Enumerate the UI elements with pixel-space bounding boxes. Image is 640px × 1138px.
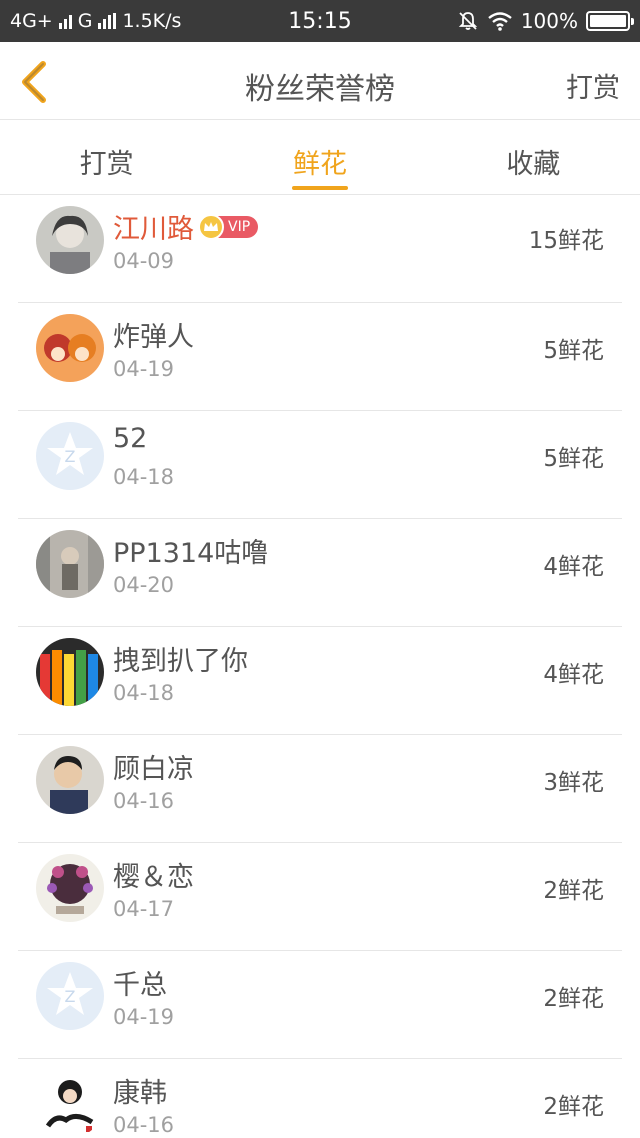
fan-name: 樱＆恋 [113, 862, 194, 893]
vip-badge: VIP [198, 213, 259, 240]
name-line: 52 [113, 423, 147, 454]
name-line: 康韩 [113, 1071, 167, 1110]
system-indicators: 100% [457, 9, 634, 33]
flower-count: 4鲜花 [543, 554, 604, 580]
avatar[interactable] [36, 1070, 104, 1138]
flower-count: 2鲜花 [543, 986, 604, 1012]
fan-name: 拽到扒了你 [113, 646, 248, 677]
fan-date: 04-09 [113, 249, 175, 273]
vip-label: VIP [228, 218, 251, 235]
wifi-icon [488, 12, 512, 31]
name-line: 千总 [113, 963, 167, 1002]
tab-flowers[interactable]: 鲜花 [213, 120, 426, 194]
name-line: PP1314咕噜 [113, 531, 268, 570]
list-item[interactable]: 顾白凉 04-16 3鲜花 [18, 735, 622, 843]
avatar[interactable] [36, 746, 104, 814]
list-item[interactable]: 拽到扒了你 04-18 4鲜花 [18, 627, 622, 735]
page-title: 粉丝荣誉榜 [245, 72, 395, 107]
mute-bell-icon [458, 12, 477, 30]
name-line: 江川路 VIP [113, 207, 259, 246]
fan-name: 顾白凉 [113, 754, 194, 785]
fan-name: 52 [113, 423, 148, 454]
fan-date: 04-19 [113, 357, 175, 381]
tab-label: 收藏 [506, 149, 561, 180]
svg-text:Z: Z [65, 447, 76, 466]
list-item[interactable]: 炸弹人 04-19 5鲜花 [18, 303, 622, 411]
fan-date: 04-17 [113, 897, 175, 921]
fan-date: 04-18 [113, 465, 175, 489]
list-item[interactable]: PP1314咕噜 04-20 4鲜花 [18, 519, 622, 627]
flower-count: 5鲜花 [543, 338, 604, 364]
list-item[interactable]: 康韩 04-16 2鲜花 [18, 1059, 622, 1138]
fan-list: 江川路 VIP 04-09 15鲜花 炸弹人 04-19 5鲜花 Z 52 04… [0, 195, 640, 1138]
flower-count: 2鲜花 [543, 1094, 604, 1120]
fan-name: 康韩 [113, 1078, 167, 1109]
tab-reward[interactable]: 打赏 [0, 120, 213, 194]
avatar[interactable]: Z [36, 422, 104, 490]
name-line: 顾白凉 [113, 747, 194, 786]
fan-date: 04-20 [113, 573, 175, 597]
fan-date: 04-19 [113, 1005, 175, 1029]
battery-percent: 100% [520, 9, 578, 33]
navigation-bar: 粉丝荣誉榜 打赏 [0, 42, 640, 120]
name-line: 炸弹人 [113, 315, 194, 354]
name-line: 拽到扒了你 [113, 639, 248, 678]
flower-count: 15鲜花 [528, 228, 604, 254]
fan-date: 04-16 [113, 789, 175, 813]
fan-name: 炸弹人 [113, 322, 194, 353]
avatar[interactable]: Z [36, 962, 104, 1030]
list-item[interactable]: Z 52 04-18 5鲜花 [18, 411, 622, 519]
flower-count: 5鲜花 [543, 446, 604, 472]
flower-count: 3鲜花 [543, 770, 604, 796]
name-line: 樱＆恋 [113, 855, 194, 894]
list-item[interactable]: Z 千总 04-19 2鲜花 [18, 951, 622, 1059]
fan-date: 04-18 [113, 681, 175, 705]
battery-icon [586, 11, 634, 31]
crown-icon [198, 213, 224, 240]
flower-count: 2鲜花 [543, 878, 604, 904]
fan-date: 04-16 [113, 1113, 175, 1137]
svg-text:Z: Z [65, 987, 76, 1006]
tab-label: 打赏 [79, 149, 134, 180]
flower-count: 4鲜花 [543, 662, 604, 688]
list-item[interactable]: 樱＆恋 04-17 2鲜花 [18, 843, 622, 951]
avatar[interactable] [36, 314, 104, 382]
fan-name: PP1314咕噜 [113, 538, 269, 569]
list-item[interactable]: 江川路 VIP 04-09 15鲜花 [18, 195, 622, 303]
tab-label: 鲜花 [292, 149, 347, 180]
avatar[interactable] [36, 854, 104, 922]
avatar[interactable] [36, 206, 104, 274]
status-bar: 4G+ G 1.5K/s 15:15 100% [0, 0, 640, 42]
avatar[interactable] [36, 638, 104, 706]
fan-name: 江川路 [113, 214, 194, 245]
tab-favorites[interactable]: 收藏 [427, 120, 640, 194]
active-tab-indicator [291, 186, 348, 190]
reward-button[interactable]: 打赏 [566, 66, 620, 105]
tab-bar: 打赏 鲜花 收藏 [0, 120, 640, 195]
fan-name: 千总 [113, 970, 167, 1001]
avatar[interactable] [36, 530, 104, 598]
